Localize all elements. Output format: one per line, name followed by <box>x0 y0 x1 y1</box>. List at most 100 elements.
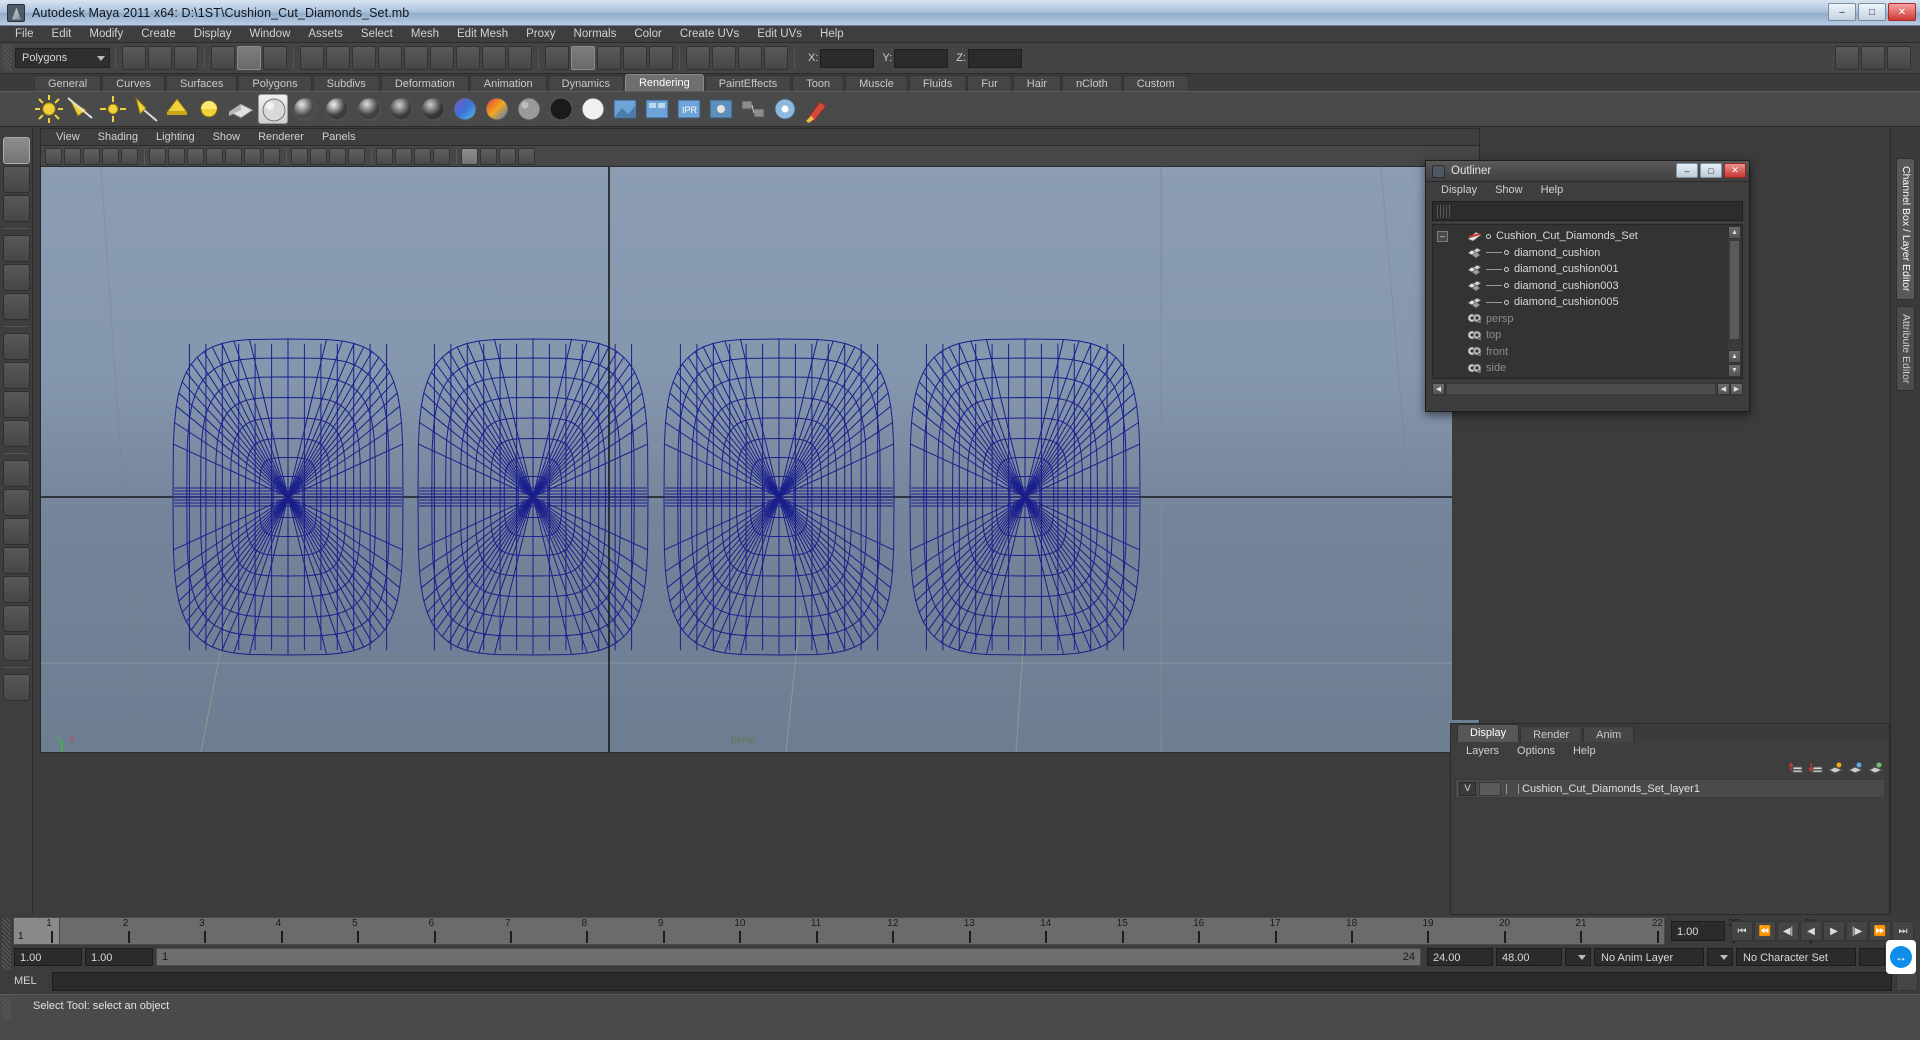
select-camera-icon[interactable] <box>45 147 62 165</box>
maximize-button[interactable]: □ <box>1858 3 1886 21</box>
scroll-up-2-icon[interactable]: ▲ <box>1728 350 1741 363</box>
menu-item-edit-uvs[interactable]: Edit UVs <box>748 26 811 43</box>
outliner-item-persp[interactable]: persp <box>1433 311 1742 328</box>
show-manipulator-icon[interactable] <box>2 391 30 418</box>
menu-item-edit-mesh[interactable]: Edit Mesh <box>448 26 517 43</box>
safe-action-icon[interactable] <box>263 147 280 165</box>
outliner-tree[interactable]: – Cushion_Cut_Diamonds_Set diamond_cushion… <box>1432 224 1743 379</box>
lasso-tool-icon[interactable] <box>2 166 30 193</box>
step-forward-frame-button[interactable]: |▶ <box>1846 921 1868 941</box>
outliner-item-side[interactable]: side <box>1433 360 1742 377</box>
outliner-item-diamond_cushion[interactable]: diamond_cushion <box>1433 245 1742 262</box>
menu-item-modify[interactable]: Modify <box>80 26 132 43</box>
layer-playback-toggle[interactable] <box>1479 781 1501 796</box>
go-to-end-button[interactable]: ⏭ <box>1892 921 1914 941</box>
scroll-right-icon-1[interactable]: ◀ <box>1717 383 1730 395</box>
outliner-item-top[interactable]: top <box>1433 327 1742 344</box>
four-pane-layout-icon[interactable] <box>2 547 30 574</box>
move-layer-up-icon[interactable] <box>1788 761 1803 775</box>
current-time-field[interactable]: 1.00 <box>1671 921 1725 941</box>
shelf-tab-toon[interactable]: Toon <box>792 75 845 91</box>
scroll-up-icon[interactable]: ▲ <box>1728 226 1741 239</box>
scale-tool-icon[interactable] <box>2 293 30 320</box>
outliner-vertical-scrollbar[interactable]: ▲ ▲ ▼ <box>1728 226 1741 377</box>
menuset-dropdown[interactable]: Polygons <box>15 48 110 68</box>
menu-item-window[interactable]: Window <box>240 26 299 43</box>
mask-menu-icon[interactable] <box>300 46 324 70</box>
playback-end-field[interactable]: 24.00 <box>1427 948 1493 966</box>
directional-light-icon[interactable] <box>66 94 96 124</box>
ipr-render-icon[interactable] <box>738 46 762 70</box>
teamviewer-overlay-icon[interactable]: ↔ <box>1886 940 1916 974</box>
move-tool-icon[interactable] <box>2 235 30 262</box>
show-attribute-editor-icon[interactable] <box>1887 46 1911 70</box>
smooth-shade-selected-icon[interactable] <box>329 147 346 165</box>
layer-visibility-toggle[interactable]: V <box>1459 781 1476 796</box>
spot-light-icon[interactable] <box>130 94 160 124</box>
displacement-icon[interactable] <box>578 94 608 124</box>
bookmark-icon[interactable] <box>102 147 119 165</box>
soft-modification-icon[interactable] <box>2 362 30 389</box>
move-layer-down-icon[interactable] <box>1808 762 1823 775</box>
mask-joints-icon[interactable] <box>352 46 376 70</box>
layer-membership-icon[interactable] <box>1867 762 1884 775</box>
menu-item-assets[interactable]: Assets <box>299 26 352 43</box>
shadow-toggle-icon[interactable] <box>433 147 450 165</box>
shelf-tab-dynamics[interactable]: Dynamics <box>547 75 624 91</box>
viewport-menu-show[interactable]: Show <box>204 129 250 146</box>
phonge-material-icon[interactable] <box>354 94 384 124</box>
expand-collapse-toggle[interactable]: – <box>1437 230 1448 242</box>
show-layer-editor-icon[interactable] <box>1861 46 1885 70</box>
shelf-tab-fur[interactable]: Fur <box>967 75 1012 91</box>
step-back-frame-button[interactable]: ◀| <box>1777 921 1799 941</box>
play-backwards-button[interactable]: ◀ <box>1800 921 1822 941</box>
outliner-item-cushion_cut_diamonds_set[interactable]: – Cushion_Cut_Diamonds_Set <box>1433 228 1742 245</box>
time-slider-grip[interactable] <box>2 918 11 944</box>
lock-camera-icon[interactable] <box>64 147 81 165</box>
viewport-menu-view[interactable]: View <box>47 129 89 146</box>
viewport-canvas[interactable]: y x z persp <box>41 167 1479 752</box>
scroll-left-icon[interactable]: ◀ <box>1432 383 1445 395</box>
snap-view-plane-icon[interactable] <box>623 46 647 70</box>
axis-x-input[interactable] <box>820 48 875 68</box>
save-scene-icon[interactable] <box>174 46 198 70</box>
menu-item-normals[interactable]: Normals <box>565 26 626 43</box>
viewport-menu-lighting[interactable]: Lighting <box>147 129 204 146</box>
select-by-hierarchy-icon[interactable] <box>211 46 235 70</box>
shelf-tab-curves[interactable]: Curves <box>102 75 165 91</box>
render-view-icon[interactable] <box>610 94 640 124</box>
grid-toggle-icon[interactable] <box>168 147 185 165</box>
layer-menu-options[interactable]: Options <box>1508 745 1564 757</box>
play-forwards-button[interactable]: ▶ <box>1823 921 1845 941</box>
scroll-down-icon[interactable]: ▼ <box>1728 364 1741 377</box>
menu-item-display[interactable]: Display <box>185 26 241 43</box>
render-globals-icon[interactable] <box>770 94 800 124</box>
image-plane-icon[interactable] <box>121 147 138 165</box>
point-light-icon[interactable] <box>98 94 128 124</box>
surface-shader-icon[interactable] <box>482 94 512 124</box>
outliner-item-defaultlightset[interactable]: defaultLightSet <box>1433 377 1742 379</box>
select-by-component-icon[interactable] <box>263 46 287 70</box>
lighting-toggle-icon[interactable] <box>414 147 431 165</box>
texture-toggle-icon[interactable] <box>395 147 412 165</box>
outliner-item-diamond_cushion005[interactable]: diamond_cushion005 <box>1433 294 1742 311</box>
time-slider-track[interactable]: 1 12345678910111213141516171819202122232… <box>13 917 1816 945</box>
open-scene-icon[interactable] <box>148 46 172 70</box>
shelf-tab-subdivs[interactable]: Subdivs <box>312 75 380 91</box>
snap-point-icon[interactable] <box>597 46 621 70</box>
layer-menu-help[interactable]: Help <box>1564 745 1605 757</box>
menu-item-create[interactable]: Create <box>132 26 185 43</box>
wireframe-on-shaded-icon[interactable] <box>376 147 393 165</box>
layer-tab-render[interactable]: Render <box>1520 726 1583 742</box>
anim-layer-menu[interactable] <box>1707 948 1733 966</box>
xray-joints-icon[interactable] <box>480 147 497 165</box>
range-end-field[interactable]: 48.00 <box>1496 948 1562 966</box>
playback-start-field[interactable]: 1.00 <box>85 948 153 966</box>
gate-mask-icon[interactable] <box>225 147 242 165</box>
step-forward-keyframe-button[interactable]: ⏩ <box>1869 921 1891 941</box>
outliner-menu-help[interactable]: Help <box>1532 182 1573 199</box>
phong-material-icon[interactable] <box>322 94 352 124</box>
mel-command-input[interactable] <box>52 971 1892 991</box>
render-sequence-icon[interactable] <box>642 94 672 124</box>
lambert-material-icon[interactable] <box>258 94 288 124</box>
